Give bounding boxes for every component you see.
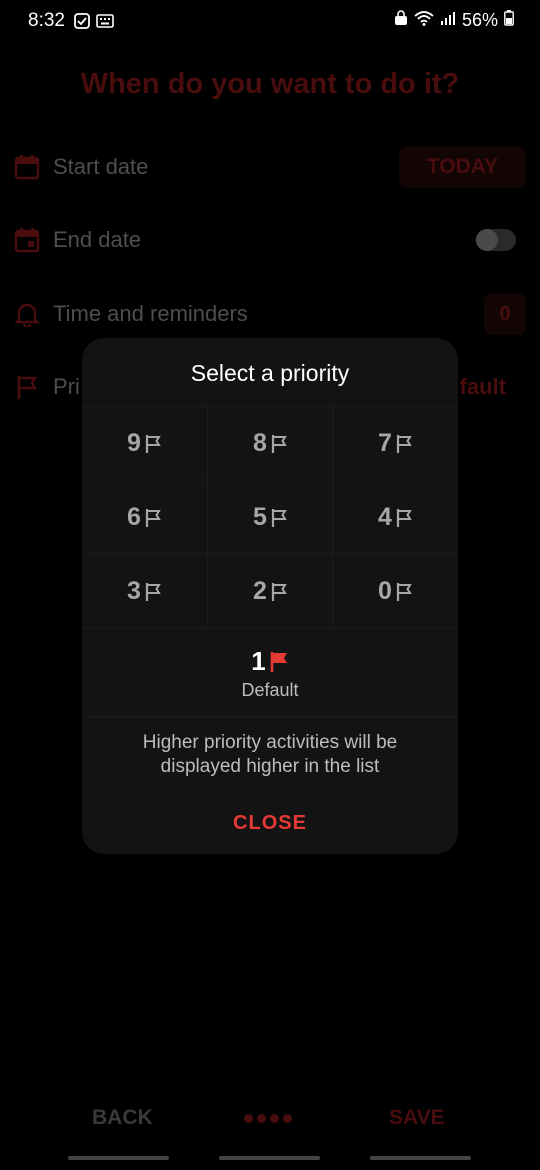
keyboard-notification-icon	[96, 13, 114, 34]
reminders-count: 0	[484, 293, 526, 335]
flag-outline-icon	[395, 582, 413, 602]
default-priority-number: 1	[251, 646, 266, 676]
bell-icon	[14, 301, 40, 329]
flag-outline-icon	[270, 582, 288, 602]
status-bar: 8:32 56%	[0, 0, 540, 44]
battery-percent: 56%	[461, 10, 498, 30]
flag-icon	[14, 374, 40, 400]
time-reminders-row[interactable]: Time and reminders 0	[0, 289, 540, 339]
system-nav-back[interactable]	[370, 1156, 471, 1160]
page-dot	[257, 1114, 266, 1123]
priority-option-6[interactable]: 6	[82, 481, 207, 554]
page-indicator	[244, 1114, 292, 1123]
end-date-toggle[interactable]	[476, 229, 516, 251]
default-option-row: 1	[82, 646, 458, 677]
priority-option-number: 2	[253, 577, 267, 605]
priority-option-4[interactable]: 4	[333, 481, 458, 554]
hint-line-1: Higher priority activities will be	[142, 732, 398, 753]
flag-outline-icon	[144, 434, 162, 454]
start-date-row[interactable]: Start date TODAY	[0, 142, 540, 192]
wifi-icon	[414, 10, 434, 31]
lock-icon	[394, 10, 408, 31]
screen-title: When do you want to do it?	[80, 68, 460, 100]
priority-option-9[interactable]: 9	[82, 407, 207, 480]
flag-filled-icon	[269, 651, 289, 673]
toggle-knob	[476, 229, 498, 251]
checkbox-notification-icon	[74, 13, 90, 34]
bottom-bar: BACK SAVE	[0, 1100, 540, 1140]
signal-icon	[440, 10, 456, 31]
priority-option-number: 3	[127, 577, 141, 605]
system-nav-home[interactable]	[219, 1156, 320, 1160]
priority-option-number: 5	[253, 503, 267, 531]
flag-outline-icon	[395, 508, 413, 528]
dialog-title: Select a priority	[190, 360, 350, 386]
start-date-label: Start date	[53, 154, 149, 179]
priority-option-0[interactable]: 0	[333, 555, 458, 628]
time-reminders-label: Time and reminders	[53, 301, 248, 326]
priority-option-number: 7	[378, 429, 392, 457]
page-dot	[270, 1114, 279, 1123]
flag-outline-icon	[270, 434, 288, 454]
save-button[interactable]: SAVE	[389, 1106, 445, 1130]
priority-dialog: Select a priority 9 8 7 6 5 4 3 2 0 1 De…	[82, 338, 458, 854]
close-button[interactable]: CLOSE	[220, 808, 320, 838]
end-date-row[interactable]: End date	[0, 215, 540, 265]
back-button[interactable]: BACK	[92, 1106, 153, 1130]
battery-icon	[504, 10, 514, 31]
priority-option-number: 9	[127, 429, 141, 457]
priority-option-7[interactable]: 7	[333, 407, 458, 480]
page-dot	[283, 1114, 292, 1123]
priority-option-number: 0	[378, 577, 392, 605]
priority-option-number: 4	[378, 503, 392, 531]
priority-option-2[interactable]: 2	[208, 555, 333, 628]
priority-option-number: 6	[127, 503, 141, 531]
priority-option-5[interactable]: 5	[208, 481, 333, 554]
hint-line-2: displayed higher in the list	[160, 756, 380, 777]
calendar-icon	[14, 154, 40, 180]
status-time: 8:32	[28, 10, 65, 31]
flag-outline-icon	[144, 508, 162, 528]
flag-outline-icon	[144, 582, 162, 602]
flag-outline-icon	[270, 508, 288, 528]
divider	[82, 716, 458, 718]
priority-value: fault	[459, 374, 506, 399]
default-label: Default	[241, 680, 299, 700]
priority-hint: Higher priority activities will be displ…	[82, 731, 458, 779]
status-right: 56%	[394, 10, 514, 31]
flag-outline-icon	[395, 434, 413, 454]
start-date-value-button[interactable]: TODAY	[398, 146, 526, 188]
end-date-label: End date	[53, 227, 142, 252]
calendar-event-icon	[14, 227, 40, 253]
priority-label: Pri	[53, 374, 80, 399]
priority-option-3[interactable]: 3	[82, 555, 207, 628]
priority-option-number: 8	[253, 429, 267, 457]
system-nav-recents[interactable]	[68, 1156, 169, 1160]
priority-option-1-default[interactable]: 1 Default	[82, 638, 458, 718]
priority-option-8[interactable]: 8	[208, 407, 333, 480]
page-dot	[244, 1114, 253, 1123]
